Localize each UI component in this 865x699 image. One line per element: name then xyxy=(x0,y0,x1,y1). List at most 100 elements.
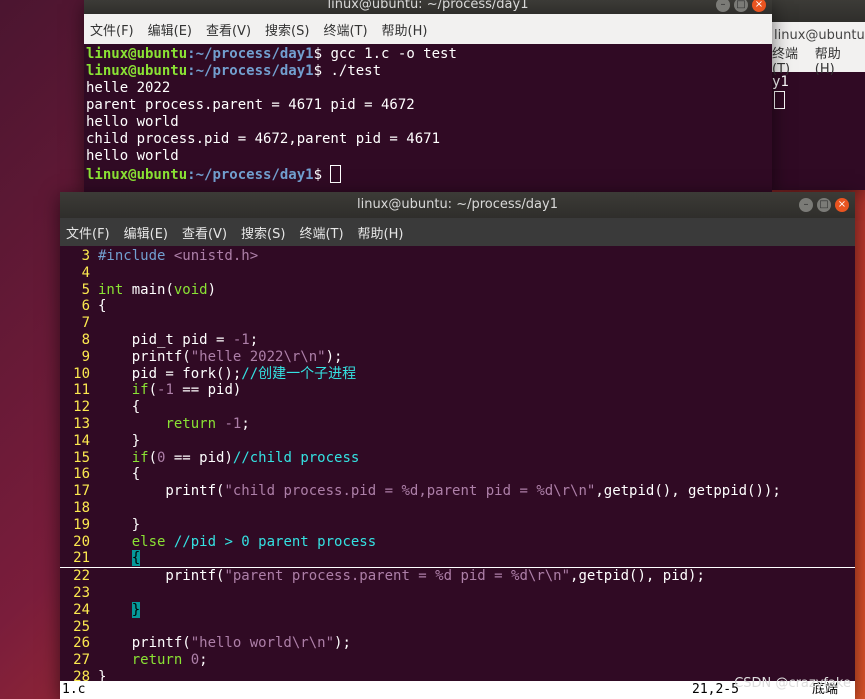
menu-edit[interactable]: 编辑(E) xyxy=(148,20,192,39)
output-line: hello world xyxy=(86,114,179,130)
line-number: 27 xyxy=(73,652,90,669)
line-number: 10 xyxy=(73,365,90,382)
code-line: 10 pid = fork();//创建一个子进程 xyxy=(60,366,855,383)
line-number: 14 xyxy=(73,432,90,449)
prompt-path: :~/process/day1 xyxy=(187,167,314,183)
line-number: 23 xyxy=(73,584,90,601)
minimize-icon[interactable]: – xyxy=(799,198,813,212)
menu-terminal[interactable]: 终端(T) xyxy=(323,20,367,39)
prompt-user: linux@ubuntu xyxy=(86,167,188,183)
line-number: 11 xyxy=(73,382,90,399)
line-number: 16 xyxy=(73,466,90,483)
code-line: 20 else //pid > 0 parent process xyxy=(60,534,855,551)
code-line: 22 printf("parent process.parent = %d pi… xyxy=(60,568,855,585)
back-window-titlebar[interactable]: linux@ubuntu: ~/process/day1 – □ × xyxy=(84,0,772,14)
prompt-user: linux@ubuntu xyxy=(86,46,188,62)
front-window-menubar: 文件(F) 编辑(E) 查看(V) 搜索(S) 终端(T) 帮助(H) xyxy=(60,218,855,246)
right-window-title-text: linux@ubuntu xyxy=(774,27,865,43)
command-line: gcc 1.c -o test xyxy=(322,46,457,62)
prompt-path: :~/process/day1 xyxy=(187,63,314,79)
line-number: 19 xyxy=(73,516,90,533)
line-number: 4 xyxy=(81,264,90,281)
menu-help[interactable]: 帮助(H) xyxy=(358,223,404,242)
line-number: 13 xyxy=(73,415,90,432)
menu-edit[interactable]: 编辑(E) xyxy=(124,223,168,242)
menu-file[interactable]: 文件(F) xyxy=(66,223,110,242)
code-line: 7 xyxy=(60,315,855,332)
front-terminal-window[interactable]: linux@ubuntu: ~/process/day1 – □ × 文件(F)… xyxy=(60,192,855,699)
code-line: 3 #include <unistd.h> xyxy=(60,248,855,265)
line-number: 5 xyxy=(81,281,90,298)
back-window-title: linux@ubuntu: ~/process/day1 xyxy=(327,0,529,12)
line-number: 24 xyxy=(73,601,90,618)
back-terminal-output[interactable]: linux@ubuntu:~/process/day1$ gcc 1.c -o … xyxy=(84,44,772,184)
output-line: hello world xyxy=(86,148,179,164)
menu-view[interactable]: 查看(V) xyxy=(206,20,251,39)
maximize-icon[interactable]: □ xyxy=(817,198,831,212)
front-window-titlebar[interactable]: linux@ubuntu: ~/process/day1 – □ × xyxy=(60,192,855,218)
code-line: 26 printf("hello world\r\n"); xyxy=(60,635,855,652)
code-line: 14 } xyxy=(60,433,855,450)
line-number: 7 xyxy=(81,315,90,332)
code-line: 23 xyxy=(60,585,855,602)
output-line: parent process.parent = 4671 pid = 4672 xyxy=(86,97,415,113)
menu-view[interactable]: 查看(V) xyxy=(182,223,227,242)
menu-file[interactable]: 文件(F) xyxy=(90,20,134,39)
command-line: ./test xyxy=(322,63,382,79)
status-filename: 1.c xyxy=(62,682,86,697)
prompt-symbol: $ xyxy=(313,46,323,62)
status-cursor-position: 21,2-5 xyxy=(692,682,739,697)
back-terminal-window[interactable]: linux@ubuntu: ~/process/day1 – □ × 文件(F)… xyxy=(84,0,772,192)
line-number: 26 xyxy=(73,635,90,652)
minimize-icon[interactable]: – xyxy=(716,0,730,12)
code-line: 19 } xyxy=(60,517,855,534)
menu-search[interactable]: 搜索(S) xyxy=(241,223,285,242)
code-line: 17 printf("child process.pid = %d,parent… xyxy=(60,483,855,500)
code-line-current: 21 { xyxy=(60,550,855,569)
line-number: 18 xyxy=(73,499,90,516)
code-line: 11 if(-1 == pid) xyxy=(60,382,855,399)
line-number: 8 xyxy=(81,331,90,348)
vim-editor[interactable]: 3 #include <unistd.h> 4 5 int main(void) 6{7 8… xyxy=(60,246,855,686)
code-line: 13 return -1; xyxy=(60,416,855,433)
code-line: 8 pid_t pid = -1; xyxy=(60,332,855,349)
line-number: 12 xyxy=(73,399,90,416)
code-line: 4 xyxy=(60,265,855,282)
output-line: helle 2022 xyxy=(86,80,171,96)
code-line: 9 printf("helle 2022\r\n"); xyxy=(60,349,855,366)
prompt-path: :~/process/day1 xyxy=(187,46,314,62)
code-line: 24 } xyxy=(60,601,855,619)
code-line: 5 int main(void) xyxy=(60,282,855,299)
menu-terminal[interactable]: 终端(T) xyxy=(299,223,343,242)
code-line: 18 xyxy=(60,500,855,517)
right-window-terminal[interactable]: y1 xyxy=(772,72,865,110)
menu-help[interactable]: 帮助(H) xyxy=(382,20,428,39)
code-line: 6{ xyxy=(60,298,855,315)
menu-terminal[interactable]: 终端(T) xyxy=(772,43,807,77)
line-number: 9 xyxy=(81,348,90,365)
line-number: 3 xyxy=(81,248,90,264)
prompt-user: linux@ubuntu xyxy=(86,63,188,79)
line-number: 22 xyxy=(73,568,90,585)
front-window-title: linux@ubuntu: ~/process/day1 xyxy=(356,197,558,212)
right-window-title xyxy=(772,0,865,22)
line-number: 6 xyxy=(81,298,90,315)
line-number: 15 xyxy=(73,449,90,466)
line-number: 25 xyxy=(73,618,90,635)
watermark: CSDN @crazyfake xyxy=(734,676,851,691)
code-line: 12 { xyxy=(60,399,855,416)
maximize-icon[interactable]: □ xyxy=(734,0,748,12)
code-line: 15 if(0 == pid)//child process xyxy=(60,450,855,467)
back-window-menubar: 文件(F) 编辑(E) 查看(V) 搜索(S) 终端(T) 帮助(H) xyxy=(84,14,772,44)
right-terminal-window[interactable]: linux@ubuntu 终端(T) 帮助(H) y1 xyxy=(772,0,865,190)
menu-help[interactable]: 帮助(H) xyxy=(815,43,851,77)
close-icon[interactable]: × xyxy=(835,198,849,212)
code-line: 25 xyxy=(60,619,855,636)
close-icon[interactable]: × xyxy=(752,0,766,12)
right-window-line: y1 xyxy=(772,74,789,90)
line-number: 20 xyxy=(73,533,90,550)
line-number: 17 xyxy=(73,483,90,500)
menu-search[interactable]: 搜索(S) xyxy=(265,20,309,39)
prompt-symbol: $ xyxy=(313,63,323,79)
code-line: 27 return 0; xyxy=(60,652,855,669)
